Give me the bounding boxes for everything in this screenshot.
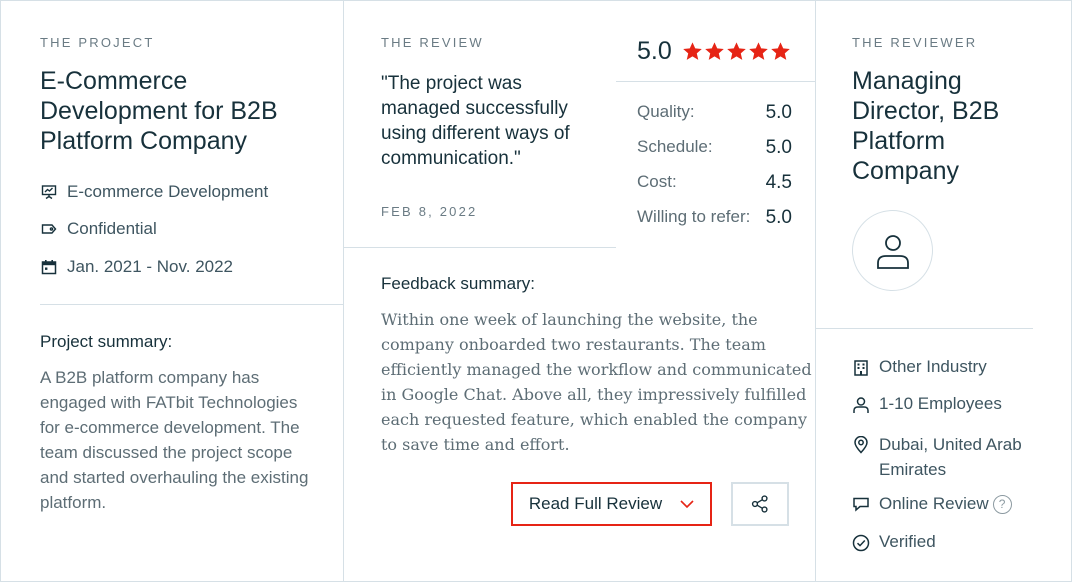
chevron-down-icon <box>680 500 694 509</box>
divider-rating <box>616 81 815 82</box>
feedback-summary-text: Within one week of launching the website… <box>381 310 812 454</box>
score-value: 5.0 <box>765 137 792 158</box>
overall-rating: 5.0 <box>637 37 792 66</box>
project-service: E-commerce Development <box>40 182 268 202</box>
review-card: THE PROJECT E-Commerce Development for B… <box>0 0 1072 582</box>
project-title: E-Commerce Development for B2B Platform … <box>40 67 278 155</box>
project-budget-label: Confidential <box>67 219 157 238</box>
score-label: Willing to refer: <box>637 207 751 226</box>
reviewer-industry: Other Industry <box>852 357 987 377</box>
review-quote: "The project was managed successfully us… <box>381 73 570 169</box>
overall-rating-value: 5.0 <box>637 37 672 65</box>
reviewer-eyebrow: THE REVIEWER <box>852 35 978 50</box>
score-willing-to-refer: Willing to refer: 5.0 <box>637 207 792 229</box>
divider-left <box>343 1 344 582</box>
star-rating <box>682 41 792 62</box>
review-eyebrow: THE REVIEW <box>381 35 484 50</box>
divider-right <box>815 1 816 582</box>
star-icon <box>748 42 768 60</box>
check-circle-icon <box>852 534 870 552</box>
project-budget: Confidential <box>40 219 157 239</box>
tag-icon <box>40 220 58 238</box>
score-value: 4.5 <box>765 172 792 193</box>
reviewer-review-type: Online Review ? <box>852 494 1012 514</box>
score-label: Cost: <box>637 172 677 191</box>
chat-bubble-icon <box>852 495 870 513</box>
building-icon <box>852 359 870 377</box>
reviewer-industry-label: Other Industry <box>879 357 987 376</box>
project-service-label: E-commerce Development <box>67 182 269 201</box>
score-label: Quality: <box>637 102 695 121</box>
presentation-icon <box>40 183 58 201</box>
divider-project <box>40 304 343 305</box>
score-label: Schedule: <box>637 137 713 156</box>
project-dates-label: Jan. 2021 - Nov. 2022 <box>67 257 234 276</box>
share-icon <box>751 495 768 513</box>
reviewer-title: Managing Director, B2B Platform Company <box>852 67 1000 185</box>
star-icon <box>704 42 724 60</box>
help-icon[interactable]: ? <box>992 494 1012 514</box>
person-icon <box>852 396 870 414</box>
calendar-icon <box>40 258 58 276</box>
location-pin-icon <box>852 436 870 454</box>
score-schedule: Schedule: 5.0 <box>637 137 792 159</box>
reviewer-location-label: Dubai, United Arab Emirates <box>879 435 1022 479</box>
review-date: FEB 8, 2022 <box>381 204 478 219</box>
share-button[interactable] <box>731 482 789 526</box>
divider-review-left <box>343 247 616 248</box>
project-dates: Jan. 2021 - Nov. 2022 <box>40 257 233 277</box>
read-full-review-button[interactable]: Read Full Review <box>511 482 712 526</box>
project-summary-heading: Project summary: <box>40 332 173 351</box>
star-icon <box>726 42 746 60</box>
score-value: 5.0 <box>765 102 792 123</box>
score-cost: Cost: 4.5 <box>637 172 792 194</box>
star-icon <box>770 42 790 60</box>
reviewer-employees-label: 1-10 Employees <box>879 394 1002 413</box>
score-value: 5.0 <box>765 207 792 228</box>
divider-reviewer <box>815 328 1033 329</box>
avatar <box>852 210 933 291</box>
star-icon <box>682 42 702 60</box>
score-quality: Quality: 5.0 <box>637 102 792 124</box>
reviewer-verified-label: Verified <box>879 532 936 551</box>
reviewer-location: Dubai, United Arab Emirates <box>852 432 1022 482</box>
project-summary-text: A B2B platform company has engaged with … <box>40 368 309 512</box>
user-icon <box>876 234 909 269</box>
reviewer-review-type-label: Online Review <box>879 494 989 513</box>
read-full-review-label: Read Full Review <box>528 494 663 513</box>
reviewer-verified: Verified <box>852 532 936 552</box>
project-eyebrow: THE PROJECT <box>40 35 155 50</box>
reviewer-employees: 1-10 Employees <box>852 394 1002 414</box>
feedback-summary-heading: Feedback summary: <box>381 274 535 293</box>
